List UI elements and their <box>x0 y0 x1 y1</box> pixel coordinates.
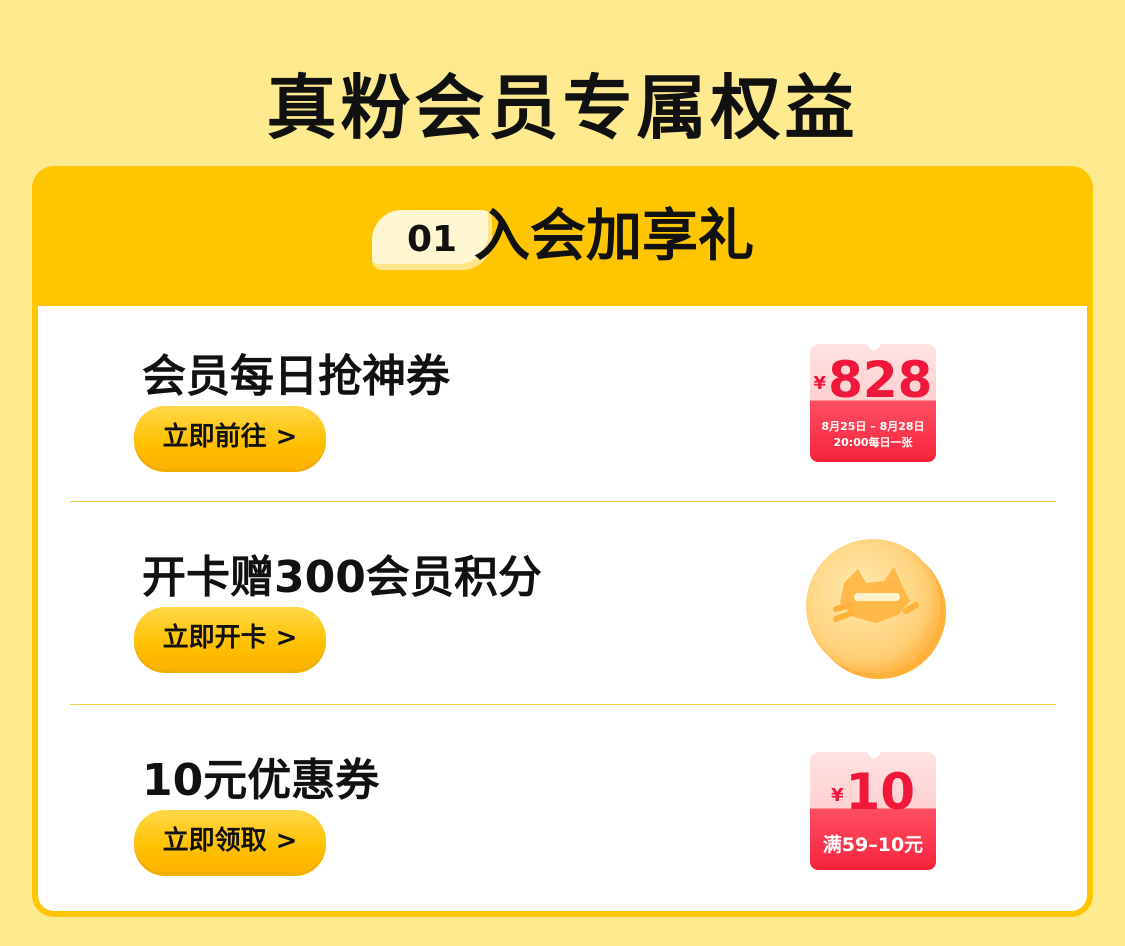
section-header: 01 入会加享礼 <box>32 166 1093 306</box>
coupon-notch <box>868 752 880 758</box>
coupon-condition: 满59–10元 <box>822 834 924 856</box>
row-divider <box>70 704 1056 705</box>
benefit-row-10-coupon: 10元优惠券 立即领取 > ¥10 满59–10元 <box>38 706 1087 908</box>
page-title: 真粉会员专属权益 <box>266 67 859 149</box>
benefit-row-points: 开卡赠300会员积分 立即开卡 > <box>38 503 1087 705</box>
fox-mascot-icon <box>833 567 919 623</box>
benefits-panel: 01 入会加享礼 会员每日抢神券 立即前往 > ¥828 8月25日 – 8月2… <box>32 166 1093 917</box>
benefits-list: 会员每日抢神券 立即前往 > ¥828 8月25日 – 8月28日 20:00每… <box>38 306 1087 911</box>
section-title: 入会加享礼 <box>474 204 754 269</box>
benefit-title: 10元优惠券 <box>142 755 380 806</box>
row-divider <box>70 501 1056 502</box>
coin-icon <box>806 539 940 673</box>
coupon-value: ¥10 <box>830 763 916 821</box>
coupon-828-icon: ¥828 8月25日 – 8月28日 20:00每日一张 <box>810 344 936 462</box>
coupon-value: ¥828 <box>813 351 933 409</box>
coupon-date-range: 8月25日 – 8月28日 <box>821 420 925 433</box>
coupon-10-icon: ¥10 满59–10元 <box>810 752 936 870</box>
benefit-row-daily-coupon: 会员每日抢神券 立即前往 > ¥828 8月25日 – 8月28日 20:00每… <box>38 306 1087 508</box>
coupon-time-note: 20:00每日一张 <box>833 436 913 449</box>
benefit-title: 会员每日抢神券 <box>142 351 450 402</box>
claim-now-button[interactable]: 立即领取 > <box>134 810 326 872</box>
open-card-button[interactable]: 立即开卡 > <box>134 607 326 669</box>
go-now-button[interactable]: 立即前往 > <box>134 406 326 468</box>
benefit-title: 开卡赠300会员积分 <box>142 552 542 603</box>
